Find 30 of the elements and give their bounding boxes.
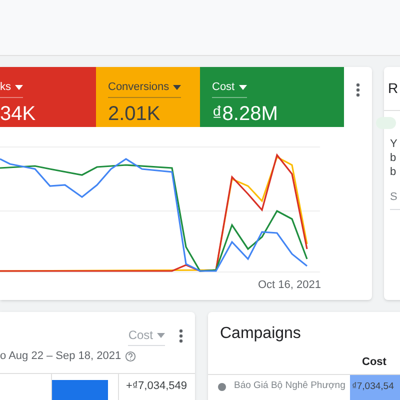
metric-dropdown[interactable]: Cost <box>212 79 247 98</box>
help-icon[interactable] <box>125 350 136 362</box>
metric-tile[interactable]: ks 34K <box>0 67 96 127</box>
card-title: R <box>388 79 398 98</box>
change-value: +₫7,034,549 <box>126 378 187 394</box>
metric-value: 34K <box>0 102 37 126</box>
card-title: Campaigns <box>219 324 302 344</box>
card-text: Y <box>390 137 398 151</box>
caret-icon <box>157 332 165 338</box>
caret-icon <box>173 84 182 90</box>
metric-dropdown[interactable]: ks <box>0 79 23 98</box>
metric-value: 2.01K <box>108 102 162 126</box>
more-icon[interactable] <box>179 329 183 343</box>
campaign-name[interactable]: Báo Giá Bộ Nghê Phượng <box>234 378 350 393</box>
metric-dropdown[interactable]: Conversions <box>108 79 182 98</box>
cost-cell: ₫7,034,54 <box>350 374 400 400</box>
date-range: o Aug 22 – Sep 18, 2021 <box>0 349 122 364</box>
caret-icon <box>238 84 247 90</box>
axis-label: Oct 16, 2021 <box>258 278 321 293</box>
badge-icon <box>376 117 396 129</box>
metric-tile[interactable]: Conversions 2.01K <box>96 67 200 127</box>
metric-tile[interactable]: Cost ₫8.28M <box>200 67 344 127</box>
caret-icon <box>15 84 23 90</box>
more-icon[interactable] <box>356 83 360 97</box>
column-header: Cost <box>362 355 388 370</box>
metric-dropdown[interactable]: Cost <box>128 326 165 346</box>
metric-value: ₫8.28M <box>212 102 279 126</box>
card-text: b <box>390 165 398 179</box>
card-text: b <box>390 151 398 165</box>
link[interactable]: S <box>390 189 400 210</box>
